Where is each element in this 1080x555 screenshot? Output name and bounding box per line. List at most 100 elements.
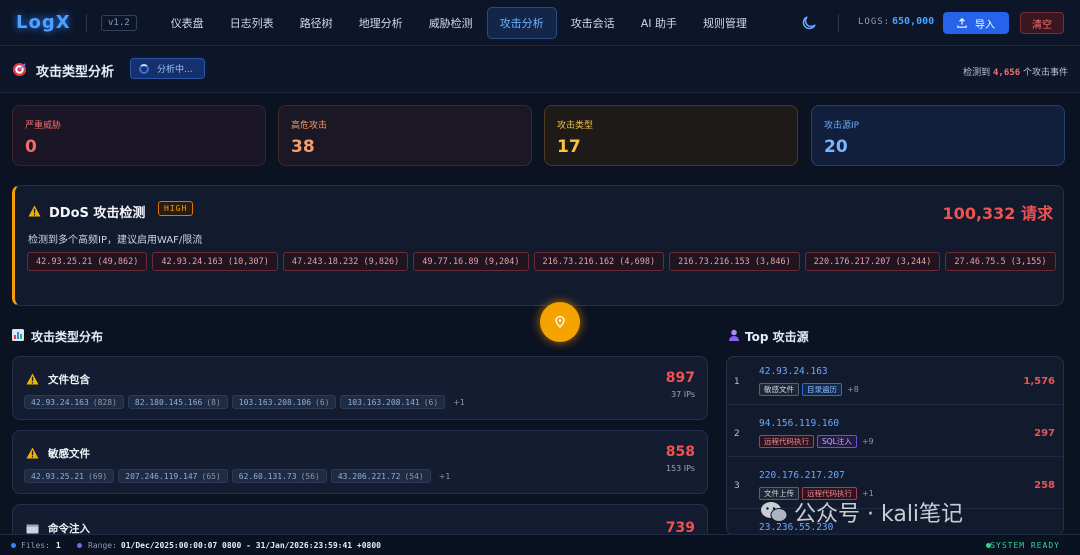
source-ip[interactable]: 42.93.24.163: [759, 366, 828, 377]
import-button[interactable]: 导入: [943, 12, 1009, 34]
ddos-ip-chip[interactable]: 27.46.75.5 (3,155): [945, 252, 1056, 271]
attack-type-card[interactable]: 文件包含 897 37 IPs 42.93.24.163 (828) 82.180…: [12, 356, 708, 420]
files-info: Files: 1: [21, 541, 61, 550]
stat-label: 高危攻击: [291, 121, 328, 131]
attack-tag: 目录遍历: [802, 383, 842, 396]
source-tags: 远程代码执行 SQL注入 +9: [759, 435, 874, 448]
watermark: 公众号 · kali笔记: [760, 496, 963, 528]
attack-type-name: 文件包含: [48, 374, 90, 386]
ddos-ip-chip[interactable]: 216.73.216.162 (4,698): [533, 252, 665, 271]
page-header: 攻击类型分析 分析中... 检测到 4,656 个攻击事件: [0, 47, 1080, 93]
attack-type-ip-count: 37 IPs: [671, 390, 695, 399]
attack-distribution-title: 攻击类型分布: [31, 330, 104, 344]
attack-type-name: 敏感文件: [48, 448, 90, 460]
top-sources-title: Top 攻击源: [745, 330, 809, 344]
clear-button[interactable]: 清空: [1020, 12, 1064, 34]
ddos-detection-panel: DDoS 攻击检测 HIGH 100,332 请求 检测到多个高频IP，建议启用…: [12, 185, 1064, 306]
nav-tab-ai-assistant[interactable]: AI 助手: [629, 7, 689, 39]
bar-chart-icon: [12, 329, 24, 341]
attack-ip-chips: 42.93.24.163 (828) 82.180.145.166 (8) 103.…: [24, 395, 465, 409]
ddos-title: DDoS 攻击检测: [49, 206, 146, 221]
stat-value: 0: [25, 137, 37, 157]
ip-chip[interactable]: 42.93.24.163 (828): [24, 395, 124, 409]
attack-tag: 敏感文件: [759, 383, 799, 396]
nav-tab-dashboard[interactable]: 仪表盘: [159, 7, 216, 39]
moon-icon[interactable]: [800, 14, 818, 32]
stat-label: 攻击类型: [557, 121, 594, 131]
nav-tab-geo-analysis[interactable]: 地理分析: [347, 7, 415, 39]
app-logo[interactable]: LogX: [16, 12, 72, 33]
import-label: 导入: [975, 19, 995, 31]
ddos-ip-chip[interactable]: 47.243.18.232 (9,826): [282, 252, 409, 271]
more-ips-count: +1: [438, 471, 451, 481]
stat-card-source-ips: 攻击源IP 20: [811, 105, 1065, 166]
stat-card-critical: 严重威胁 0: [12, 105, 266, 166]
ip-chip[interactable]: 62.60.131.73 (56): [231, 469, 327, 483]
ddos-ip-list: 42.93.25.21 (49,862) 42.93.24.163 (10,30…: [27, 252, 1057, 271]
attack-tag: SQL注入: [817, 435, 857, 448]
ip-chip[interactable]: 103.163.208.106 (6): [231, 395, 337, 409]
ip-chip[interactable]: 103.163.208.141 (6): [340, 395, 446, 409]
ddos-description: 检测到多个高频IP，建议启用WAF/限流: [28, 235, 203, 246]
analyzing-label: 分析中...: [157, 65, 193, 75]
status-dot: [77, 543, 82, 548]
ddos-ip-chip[interactable]: 49.77.16.89 (9,204): [413, 252, 529, 271]
source-total: 297: [1034, 428, 1055, 439]
stat-value: 17: [557, 137, 581, 157]
version-badge: v1.2: [101, 14, 137, 31]
watermark-text: 公众号 · kali笔记: [794, 502, 964, 527]
nav-tab-path-tree[interactable]: 路径树: [288, 7, 345, 39]
nav-tab-attack-analysis[interactable]: 攻击分析: [486, 6, 557, 39]
attack-tag: 远程代码执行: [759, 435, 814, 448]
more-tags-count: +9: [861, 437, 874, 446]
detected-events-count: 4,656: [993, 68, 1021, 78]
more-ips-count: +1: [453, 397, 465, 407]
nav-tab-rule-management[interactable]: 规则管理: [691, 7, 759, 39]
warning-icon: [26, 447, 39, 459]
stat-card-high-risk: 高危攻击 38: [278, 105, 532, 166]
attack-type-ip-count: 153 IPs: [665, 464, 695, 473]
source-total: 258: [1034, 480, 1055, 491]
analyzing-button[interactable]: 分析中...: [130, 58, 205, 79]
attack-type-card[interactable]: 敏感文件 858 153 IPs 42.93.25.21 (69) 207.246…: [12, 430, 708, 494]
source-rank: 1: [734, 377, 740, 387]
divider: [838, 14, 839, 32]
warning-icon: [28, 205, 41, 217]
nav-tab-log-list[interactable]: 日志列表: [218, 7, 286, 39]
status-dot: [11, 543, 16, 548]
range-info: Range: 01/Dec/2025:00:00:07 0800 - 31/Jan…: [88, 541, 381, 550]
ip-chip[interactable]: 43.206.221.72 (54): [330, 469, 431, 483]
nav-tab-attack-sessions[interactable]: 攻击会话: [559, 7, 627, 39]
logs-count: 650,000: [892, 16, 935, 27]
stat-label: 严重威胁: [25, 121, 62, 131]
nav-tab-threat-detection[interactable]: 威胁检测: [417, 7, 485, 39]
source-rank: 2: [734, 429, 740, 439]
attack-type-card[interactable]: 命令注入 739: [12, 504, 708, 536]
ip-chip[interactable]: 42.93.25.21 (69): [24, 469, 115, 483]
floating-assistant-button[interactable]: [540, 302, 580, 342]
ddos-ip-chip[interactable]: 42.93.24.163 (10,307): [152, 252, 278, 271]
top-source-row[interactable]: 2 94.156.119.160 远程代码执行 SQL注入 +9 297: [727, 409, 1063, 457]
logs-label: LOGS:: [858, 17, 891, 27]
ddos-ip-chip[interactable]: 42.93.25.21 (49,862): [27, 252, 148, 271]
top-source-row[interactable]: 1 42.93.24.163 敏感文件 目录遍历 +8 1,576: [727, 357, 1063, 405]
ddos-ip-chip[interactable]: 220.176.217.207 (3,244): [804, 252, 941, 271]
warning-icon: [26, 373, 39, 385]
source-rank: 3: [734, 481, 740, 491]
attack-type-count: 897: [665, 370, 695, 386]
ddos-ip-chip[interactable]: 216.73.216.153 (3,846): [669, 252, 800, 271]
divider: [86, 13, 87, 32]
upload-icon: [957, 18, 967, 28]
attack-type-count: 858: [665, 444, 695, 460]
stat-value: 38: [291, 137, 315, 157]
location-pin-icon: [555, 316, 565, 328]
source-ip[interactable]: 220.176.217.207: [759, 470, 845, 481]
stat-card-attack-types: 攻击类型 17: [544, 105, 798, 166]
ip-chip[interactable]: 207.246.119.147 (65): [118, 469, 228, 483]
page-title: 攻击类型分析: [36, 65, 115, 80]
ip-chip[interactable]: 82.180.145.166 (8): [127, 395, 228, 409]
source-tags: 敏感文件 目录遍历 +8: [759, 383, 859, 396]
source-total: 1,576: [1023, 376, 1055, 387]
status-bar: Files: 1 Range: 01/Dec/2025:00:00:07 0800 …: [0, 534, 1080, 555]
source-ip[interactable]: 94.156.119.160: [759, 418, 839, 429]
